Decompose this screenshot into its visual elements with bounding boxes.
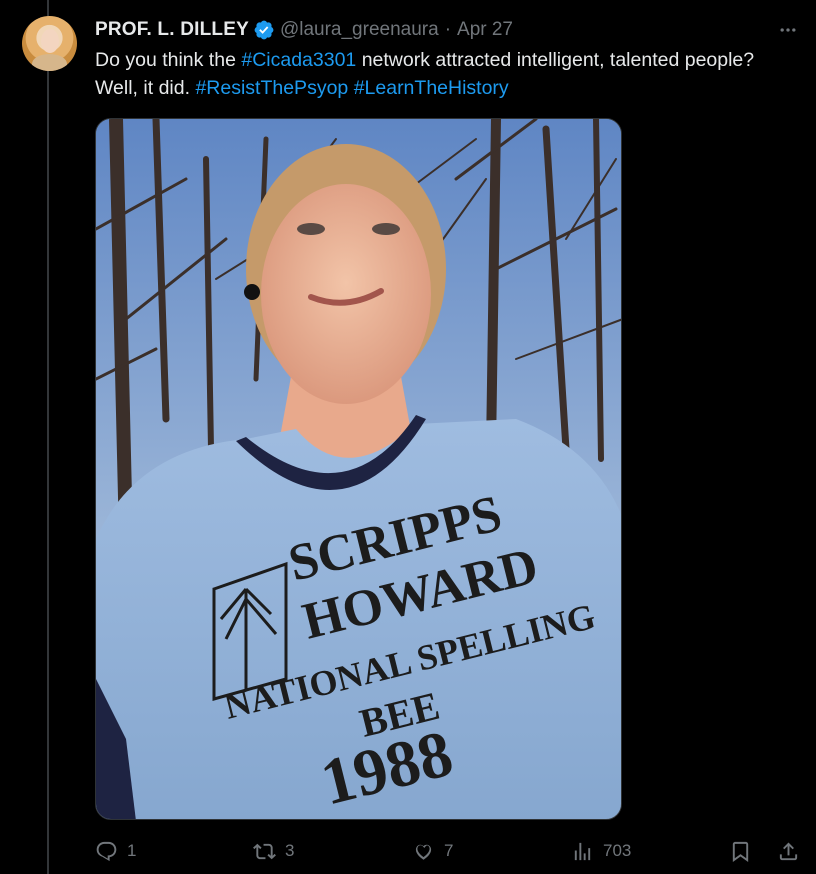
tweet-photo[interactable]: SCRIPPS HOWARD NATIONAL SPELLING BEE 198… bbox=[95, 118, 622, 820]
thread-line bbox=[47, 0, 49, 874]
heart-icon bbox=[415, 844, 432, 860]
photo-illustration: SCRIPPS HOWARD NATIONAL SPELLING BEE 198… bbox=[96, 119, 621, 819]
bookmark-icon bbox=[732, 841, 749, 862]
views-button[interactable]: 703 bbox=[571, 836, 631, 866]
views-chart-icon bbox=[574, 842, 591, 860]
share-button[interactable] bbox=[777, 836, 800, 866]
reply-count: 1 bbox=[127, 841, 137, 860]
tweet-date[interactable]: Apr 27 bbox=[457, 19, 513, 41]
author-handle[interactable]: @laura_greenaura bbox=[280, 19, 439, 41]
left-eye bbox=[297, 223, 325, 235]
face bbox=[261, 184, 431, 404]
repost-count: 3 bbox=[285, 841, 295, 860]
views-count: 703 bbox=[603, 841, 632, 860]
bookmark-button[interactable] bbox=[729, 836, 752, 866]
avatar[interactable] bbox=[22, 16, 77, 71]
like-button[interactable]: 7 bbox=[412, 836, 453, 866]
avatar-body bbox=[32, 54, 67, 71]
avatar-face bbox=[41, 29, 59, 53]
hashtag-learnthehistory[interactable]: #LearnTheHistory bbox=[354, 77, 509, 99]
tweet-text-segment: Do you think the bbox=[95, 49, 242, 71]
like-count: 7 bbox=[444, 841, 454, 860]
tweet-header: PROF. L. DILLEY @laura_greenaura · Apr 2… bbox=[95, 16, 513, 44]
header-separator: · bbox=[444, 19, 452, 40]
reply-icon bbox=[96, 841, 117, 861]
hashtag-cicada3301[interactable]: #Cicada3301 bbox=[241, 49, 356, 71]
repost-icon bbox=[253, 843, 276, 859]
earbud bbox=[244, 284, 260, 300]
action-bar: 1 3 7 703 bbox=[95, 836, 805, 866]
reply-button[interactable]: 1 bbox=[95, 836, 136, 866]
hashtag-resistthepsyop[interactable]: #ResistThePsyop bbox=[195, 77, 348, 99]
right-eye bbox=[372, 223, 400, 235]
author-name[interactable]: PROF. L. DILLEY bbox=[95, 19, 249, 41]
share-icon bbox=[779, 841, 798, 860]
repost-button[interactable]: 3 bbox=[253, 836, 294, 866]
tweet-text: Do you think the #Cicada3301 network att… bbox=[95, 46, 795, 102]
verified-badge-icon[interactable] bbox=[253, 19, 275, 41]
more-options-icon[interactable] bbox=[776, 18, 800, 42]
